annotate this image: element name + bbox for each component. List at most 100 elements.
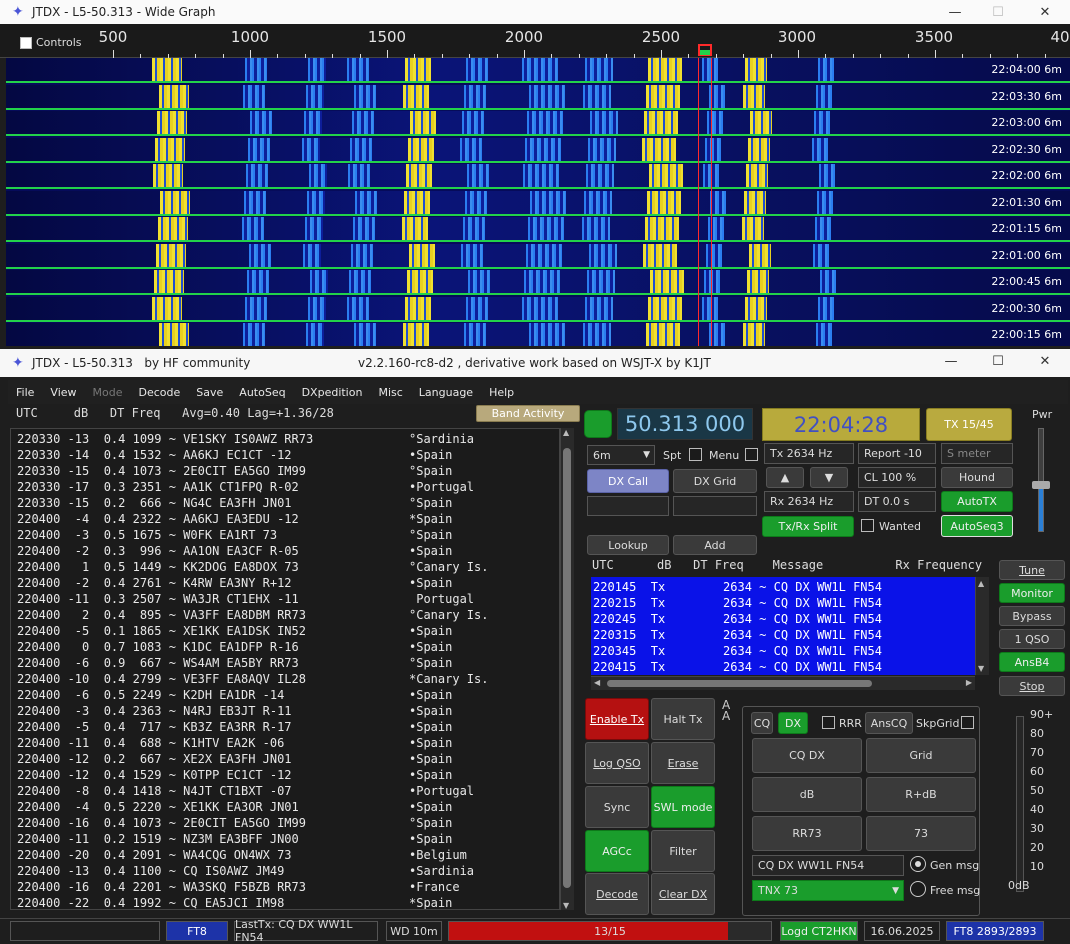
tx-message-row[interactable]: 220345 Tx 2634 ~ CQ DX WW1L FN54 [591, 643, 975, 659]
dt-spinbox[interactable]: DT 0.0 s [858, 491, 936, 512]
minimize-icon[interactable]: — [928, 349, 974, 373]
73-message-button[interactable]: 73 [866, 816, 976, 851]
scroll-left-icon[interactable]: ◀ [594, 678, 600, 687]
menu-help[interactable]: Help [481, 386, 522, 399]
band-select[interactable]: 6m ▼ [587, 445, 655, 465]
decode-row[interactable]: 220400 -12 0.4 1529 ~ K0TPP EC1CT -12 •Sp… [11, 767, 559, 783]
decode-row[interactable]: 220330 -13 0.4 1099 ~ VE1SKY IS0AWZ RR73… [11, 431, 559, 447]
free-msg-combo[interactable]: TNX 73 ▼ [752, 880, 904, 901]
decode-row[interactable]: 220330 -14 0.4 1532 ~ AA6KJ EC1CT -12 •Sp… [11, 447, 559, 463]
menu-file[interactable]: File [8, 386, 42, 399]
decode-row[interactable]: 220400 -5 0.1 1865 ~ XE1KK EA1DSK IN52 •S… [11, 623, 559, 639]
menu-save[interactable]: Save [188, 386, 231, 399]
filter-button[interactable]: Filter [651, 830, 715, 872]
decode-row[interactable]: 220400 -12 0.2 667 ~ XE2X EA3FH JN01 •Spa… [11, 751, 559, 767]
decode-row[interactable]: 220330 -17 0.3 2351 ~ AA1K CT1FPQ R-02 •P… [11, 479, 559, 495]
menu-mode[interactable]: Mode [85, 386, 131, 399]
clear-dx-button[interactable]: Clear DX [651, 873, 715, 915]
cq-button[interactable]: CQ [751, 712, 773, 734]
decode-row[interactable]: 220400 -22 0.4 1992 ~ CQ EA5JCI IM98 *Spa… [11, 895, 559, 909]
bypass-button[interactable]: Bypass [999, 606, 1065, 626]
waterfall-display[interactable]: 22:04:00 6m 22:03:30 6m 22:03:00 6m 22:02:3… [6, 58, 1070, 346]
decode-row[interactable]: 220330 -15 0.2 666 ~ NG4C EA3FH JN01 °Spa… [11, 495, 559, 511]
sync-button[interactable]: Sync [585, 786, 649, 828]
wanted-checkbox[interactable] [861, 519, 874, 532]
dx-button[interactable]: DX [778, 712, 808, 734]
decode-row[interactable]: 220400 0 0.7 1083 ~ K1DC EA1DFP R-16 •Spa… [11, 639, 559, 655]
tx-list-hscrollbar[interactable]: ◀ ▶ [591, 676, 975, 690]
decode-row[interactable]: 220400 1 0.5 1449 ~ KK2DOG EA8DOX 73 °Can… [11, 559, 559, 575]
dx-call-button[interactable]: DX Call [587, 469, 669, 493]
decode-row[interactable]: 220400 -11 0.3 2507 ~ WA3JR CT1EHX -11 P… [11, 591, 559, 607]
anscq-button[interactable]: AnsCQ [865, 712, 913, 734]
close-icon[interactable]: ✕ [1022, 349, 1068, 373]
hscrollbar-thumb[interactable] [607, 680, 872, 687]
scroll-up-icon[interactable]: ▲ [563, 428, 569, 437]
tx-message-row[interactable]: 220415 Tx 2634 ~ CQ DX WW1L FN54 [591, 659, 975, 675]
decode-row[interactable]: 220400 -16 0.4 2201 ~ WA3SKQ F5BZB RR73 •… [11, 879, 559, 895]
decode-row[interactable]: 220400 -13 0.4 1100 ~ CQ IS0AWZ JM49 •Sar… [11, 863, 559, 879]
add-button[interactable]: Add [673, 535, 757, 555]
scrollbar-thumb[interactable] [563, 448, 571, 888]
erase-button[interactable]: Erase [651, 742, 715, 784]
free-msg-radio[interactable] [910, 881, 926, 897]
dx-grid-input[interactable] [673, 496, 757, 516]
tx-message-list[interactable]: 220145 Tx 2634 ~ CQ DX WW1L FN54 220215 T… [591, 577, 975, 675]
scroll-down-icon[interactable]: ▼ [563, 901, 569, 910]
hound-button[interactable]: Hound [941, 467, 1013, 488]
decode-row[interactable]: 220400 -3 0.5 1675 ~ W0FK EA1RT 73 °Spain [11, 527, 559, 543]
swl-mode-button[interactable]: SWL mode [651, 786, 715, 828]
down-arrow-button[interactable]: ▼ [810, 467, 848, 488]
enable-tx-button[interactable]: Enable Tx [585, 698, 649, 740]
rrr-checkbox[interactable] [822, 716, 835, 729]
spt-checkbox[interactable] [689, 448, 702, 461]
decode-button[interactable]: Decode [585, 873, 649, 915]
rx-marker[interactable] [700, 50, 710, 55]
menu-misc[interactable]: Misc [370, 386, 410, 399]
decode-row[interactable]: 220400 -5 0.4 717 ~ KB3Z EA3RR R-17 •Spai… [11, 719, 559, 735]
tx-freq-spinbox[interactable]: Tx 2634 Hz [764, 443, 854, 464]
report-spinbox[interactable]: Report -10 [858, 443, 936, 464]
autotx-button[interactable]: AutoTX [941, 491, 1013, 512]
decode-row[interactable]: 220400 -6 0.5 2249 ~ K2DH EA1DR -14 •Spai… [11, 687, 559, 703]
tune-button[interactable]: Tune [999, 560, 1065, 580]
decode-row[interactable]: 220400 -11 0.4 688 ~ K1HTV EA2K -06 •Spai… [11, 735, 559, 751]
decode-row[interactable]: 220400 -3 0.4 2363 ~ N4RJ EB3JT R-11 •Spa… [11, 703, 559, 719]
tx-message-row[interactable]: 220215 Tx 2634 ~ CQ DX WW1L FN54 [591, 595, 975, 611]
power-slider-handle[interactable] [1032, 481, 1050, 490]
autoseq3-button[interactable]: AutoSeq3 [941, 515, 1013, 537]
scroll-up-icon[interactable]: ▲ [978, 579, 984, 588]
agcc-button[interactable]: AGCc [585, 830, 649, 872]
tx-message-row[interactable]: 220245 Tx 2634 ~ CQ DX WW1L FN54 [591, 611, 975, 627]
rx-freq-spinbox[interactable]: Rx 2634 Hz [764, 491, 854, 512]
menu-dxpedition[interactable]: DXpedition [294, 386, 371, 399]
skpgrid-checkbox[interactable] [961, 716, 974, 729]
db-message-button[interactable]: dB [752, 777, 862, 812]
controls-checkbox-box[interactable] [20, 36, 32, 49]
cl-spinbox[interactable]: CL 100 % [858, 467, 936, 488]
scroll-right-icon[interactable]: ▶ [966, 678, 972, 687]
grid-message-button[interactable]: Grid [866, 738, 976, 773]
minimize-icon[interactable]: — [932, 0, 978, 24]
halt-tx-button[interactable]: Halt Tx [651, 698, 715, 740]
frequency-display[interactable]: 50.313 000 [617, 408, 753, 440]
dx-grid-button[interactable]: DX Grid [673, 469, 757, 493]
frequency-scale[interactable]: Controls 500 1000 1500 2000 2500 3000 35… [0, 24, 1070, 58]
log-qso-button[interactable]: Log QSO [585, 742, 649, 784]
menu-checkbox[interactable] [745, 448, 758, 461]
maximize-icon[interactable]: ☐ [975, 349, 1021, 373]
stop-button[interactable]: Stop [999, 676, 1065, 696]
decode-row[interactable]: 220400 -2 0.4 2761 ~ K4RW EA3NY R+12 •Spa… [11, 575, 559, 591]
ansb4-button[interactable]: AnsB4 [999, 652, 1065, 672]
decode-row[interactable]: 220400 -20 0.4 2091 ~ WA4CQG ON4WX 73 •Be… [11, 847, 559, 863]
decode-row[interactable]: 220400 -8 0.4 1418 ~ N4JT CT1BXT -07 •Por… [11, 783, 559, 799]
band-activity-list[interactable]: 220330 -13 0.4 1099 ~ VE1SKY IS0AWZ RR73… [10, 428, 560, 910]
cq-dx-message-button[interactable]: CQ DX [752, 738, 862, 773]
tx-list-scrollbar[interactable]: ▲ ▼ [975, 577, 989, 675]
lookup-button[interactable]: Lookup [587, 535, 669, 555]
decode-row[interactable]: 220400 -6 0.9 667 ~ WS4AM EA5BY RR73 °Spa… [11, 655, 559, 671]
controls-checkbox[interactable]: Controls [20, 36, 82, 49]
decode-row[interactable]: 220400 -4 0.5 2220 ~ XE1KK EA3OR JN01 •Sp… [11, 799, 559, 815]
tx-message-row[interactable]: 220145 Tx 2634 ~ CQ DX WW1L FN54 [591, 579, 975, 595]
maximize-icon[interactable]: ☐ [975, 0, 1021, 24]
